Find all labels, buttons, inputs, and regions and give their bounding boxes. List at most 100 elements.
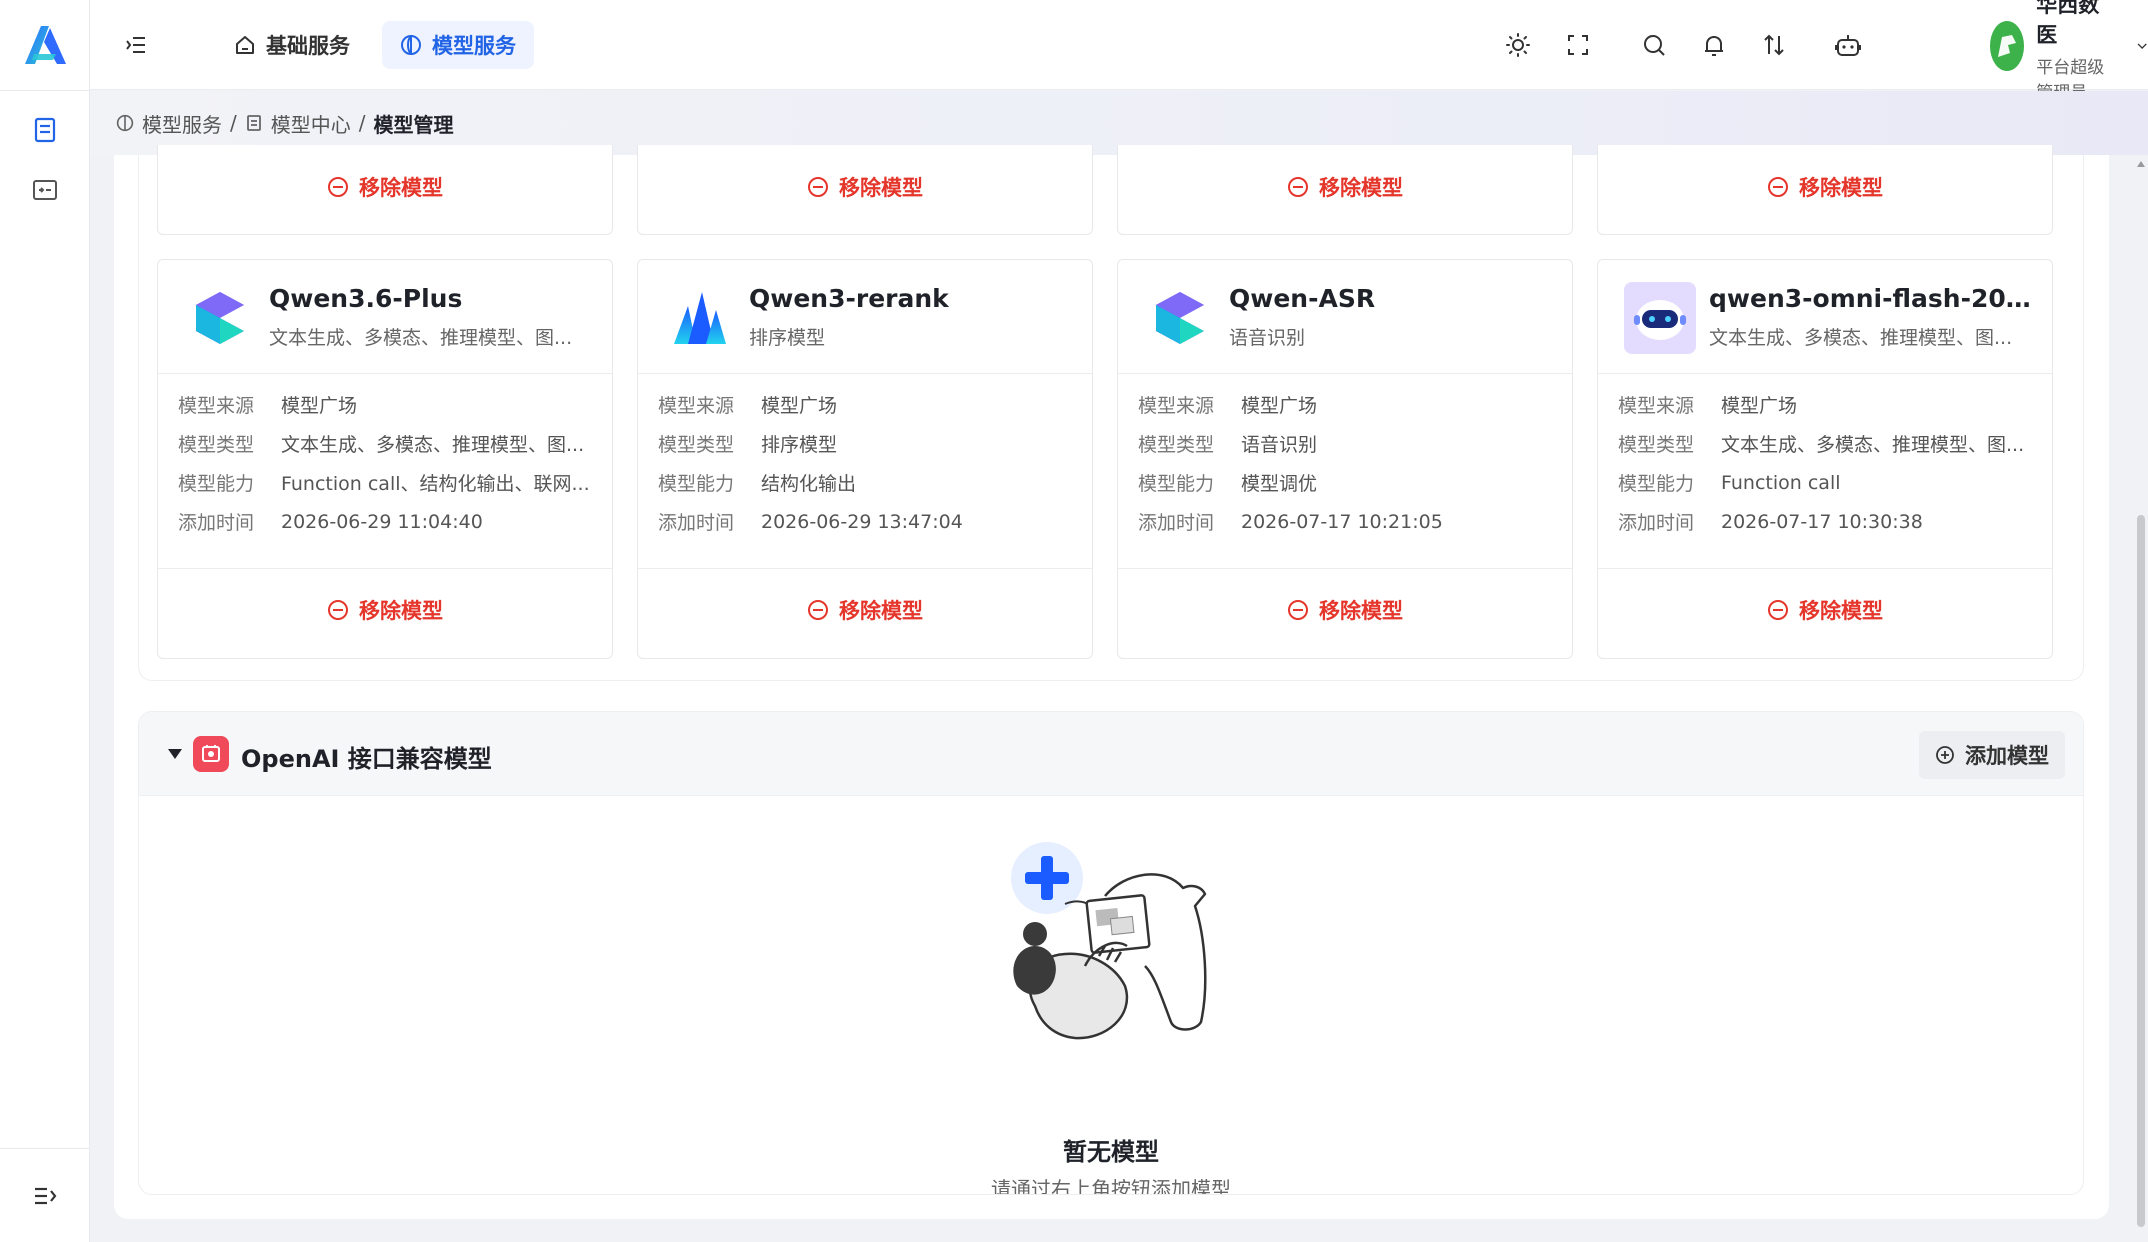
minus-circle-icon <box>328 600 348 620</box>
model-type-label: 模型类型 <box>1618 434 1695 456</box>
model-source-row: 模型来源 模型广场 <box>1618 385 2038 424</box>
app-logo[interactable] <box>22 24 68 66</box>
remove-model-label: 移除模型 <box>839 599 923 623</box>
model-card-header: Qwen3-rerank 排序模型 <box>638 260 1092 374</box>
model-deploy-icon[interactable] <box>27 172 63 208</box>
model-ability-label: 模型能力 <box>1138 473 1215 495</box>
fullscreen-icon[interactable] <box>1560 27 1596 63</box>
model-time-value: 2026-07-17 10:21:05 <box>1241 510 1443 533</box>
qwen-logo-icon <box>184 282 256 354</box>
model-ability-value: Function call <box>1721 471 1841 494</box>
model-ability-row: 模型能力 Function call <box>1618 463 2038 502</box>
breadcrumb-item-model-service[interactable]: 模型服务 <box>142 109 222 138</box>
remove-model-button[interactable]: 移除模型 <box>158 580 612 640</box>
collapse-menu-icon[interactable] <box>118 27 154 63</box>
model-ability-row: 模型能力 Function call、结构化输出、联网... <box>178 463 598 502</box>
robot-icon[interactable] <box>1830 27 1866 63</box>
model-service-icon <box>401 35 421 55</box>
rerank-logo-icon <box>664 282 736 354</box>
minus-circle-icon <box>1288 177 1308 197</box>
model-card[interactable]: Qwen3-rerank 排序模型 模型来源 模型广场 模型类型 排序模型 模型能力… <box>637 259 1093 659</box>
model-list-icon[interactable] <box>27 112 63 148</box>
breadcrumb-item-model-center[interactable]: 模型中心 <box>271 109 351 138</box>
model-time-label: 添加时间 <box>658 512 735 534</box>
theme-sun-icon[interactable] <box>1500 27 1536 63</box>
minus-circle-icon <box>808 177 828 197</box>
remove-model-label: 移除模型 <box>359 599 443 623</box>
page-scrollbar-thumb[interactable] <box>2137 515 2145 1227</box>
model-card[interactable]: Qwen-ASR 语音识别 模型来源 模型广场 模型类型 语音识别 模型能力 模型调优… <box>1117 259 1573 659</box>
model-type-label: 模型类型 <box>1138 434 1215 456</box>
model-time-label: 添加时间 <box>1138 512 1215 534</box>
home-icon <box>236 36 254 54</box>
model-time-value: 2026-06-29 13:47:04 <box>761 510 963 533</box>
user-name: 华西数医 <box>2036 0 2100 47</box>
model-source-label: 模型来源 <box>178 395 255 417</box>
section-title: OpenAI 接口兼容模型 <box>241 745 492 773</box>
model-type-value: 文本生成、多模态、推理模型、图... <box>281 434 585 456</box>
model-time-row: 添加时间 2026-06-29 11:04:40 <box>178 502 598 541</box>
model-type-row: 模型类型 语音识别 <box>1138 424 1558 463</box>
model-card-partial: 移除模型 <box>157 145 613 235</box>
model-source-label: 模型来源 <box>1618 395 1695 417</box>
minus-circle-icon <box>328 177 348 197</box>
remove-model-label: 移除模型 <box>1319 176 1403 200</box>
caret-down-icon[interactable] <box>167 747 183 761</box>
model-time-row: 添加时间 2026-07-17 10:30:38 <box>1618 502 2038 541</box>
model-type-row: 模型类型 排序模型 <box>658 424 1078 463</box>
model-ability-value: 结构化输出 <box>761 473 857 495</box>
remove-model-label: 移除模型 <box>1799 599 1883 623</box>
card-divider <box>158 568 612 569</box>
model-type-row: 模型类型 文本生成、多模态、推理模型、图... <box>178 424 598 463</box>
model-source-row: 模型来源 模型广场 <box>658 385 1078 424</box>
add-model-button[interactable]: 添加模型 <box>1919 731 2065 779</box>
minus-circle-icon <box>1288 600 1308 620</box>
model-card-header: qwen3-omni-flash-2025-... 文本生成、多模态、推理模型、… <box>1598 260 2052 374</box>
breadcrumb-item-current: 模型管理 <box>373 112 454 137</box>
remove-model-button[interactable]: 移除模型 <box>638 580 1092 640</box>
minus-circle-icon <box>1768 177 1788 197</box>
model-time-value: 2026-07-17 10:30:38 <box>1721 510 1923 533</box>
remove-model-button[interactable]: 移除模型 <box>1598 580 2052 640</box>
scroll-up-arrow-icon[interactable] <box>2137 161 2145 167</box>
model-ability-row: 模型能力 模型调优 <box>1138 463 1558 502</box>
model-source-row: 模型来源 模型广场 <box>178 385 598 424</box>
sort-icon[interactable] <box>1756 27 1792 63</box>
model-source-label: 模型来源 <box>1138 395 1215 417</box>
model-card[interactable]: Qwen3.6-Plus 文本生成、多模态、推理模型、图... 模型来源 模型广场… <box>157 259 613 659</box>
remove-model-button[interactable]: 移除模型 <box>1598 157 2052 217</box>
minus-circle-icon <box>808 600 828 620</box>
tab-basic-service[interactable]: 基础服务 <box>216 21 368 69</box>
remove-model-button[interactable]: 移除模型 <box>638 157 1092 217</box>
sidebar-divider-bottom <box>0 1148 90 1149</box>
search-icon[interactable] <box>1636 27 1672 63</box>
model-time-label: 添加时间 <box>178 512 255 534</box>
bell-icon[interactable] <box>1696 27 1732 63</box>
expand-sidebar-icon[interactable] <box>27 1178 63 1214</box>
model-ability-row: 模型能力 结构化输出 <box>658 463 1078 502</box>
empty-state-illustration <box>1011 842 1207 1040</box>
model-type-label: 模型类型 <box>658 434 735 456</box>
user-menu[interactable]: 华西数医 平台超级管理员 <box>1990 0 2148 103</box>
model-type-value: 语音识别 <box>1241 434 1318 456</box>
model-card-header: Qwen-ASR 语音识别 <box>1118 260 1572 374</box>
model-time-label: 添加时间 <box>1618 512 1695 534</box>
model-card[interactable]: qwen3-omni-flash-2025-... 文本生成、多模态、推理模型、… <box>1597 259 2053 659</box>
remove-model-button[interactable]: 移除模型 <box>158 157 612 217</box>
model-time-value: 2026-06-29 11:04:40 <box>281 510 483 533</box>
model-card-partial: 移除模型 <box>1597 145 2053 235</box>
section-header: OpenAI 接口兼容模型 添加模型 <box>139 712 2083 796</box>
remove-model-button[interactable]: 移除模型 <box>1118 580 1572 640</box>
tab-basic-service-label: 基础服务 <box>266 34 350 58</box>
model-source-value: 模型广场 <box>281 395 358 417</box>
remove-model-button[interactable]: 移除模型 <box>1118 157 1572 217</box>
main-panel: 移除模型 移除模型 移除模型 移除模型 Qwen3.6-Plus 文本生成、多模… <box>114 145 2109 1219</box>
model-name: Qwen3-rerank <box>749 284 949 313</box>
model-ability-value: 模型调优 <box>1241 473 1318 495</box>
openai-section-icon <box>193 736 229 772</box>
model-source-value: 模型广场 <box>1721 395 1798 417</box>
card-divider <box>638 568 1092 569</box>
model-card-header: Qwen3.6-Plus 文本生成、多模态、推理模型、图... <box>158 260 612 374</box>
model-ability-label: 模型能力 <box>178 473 255 495</box>
tab-model-service[interactable]: 模型服务 <box>382 21 534 69</box>
